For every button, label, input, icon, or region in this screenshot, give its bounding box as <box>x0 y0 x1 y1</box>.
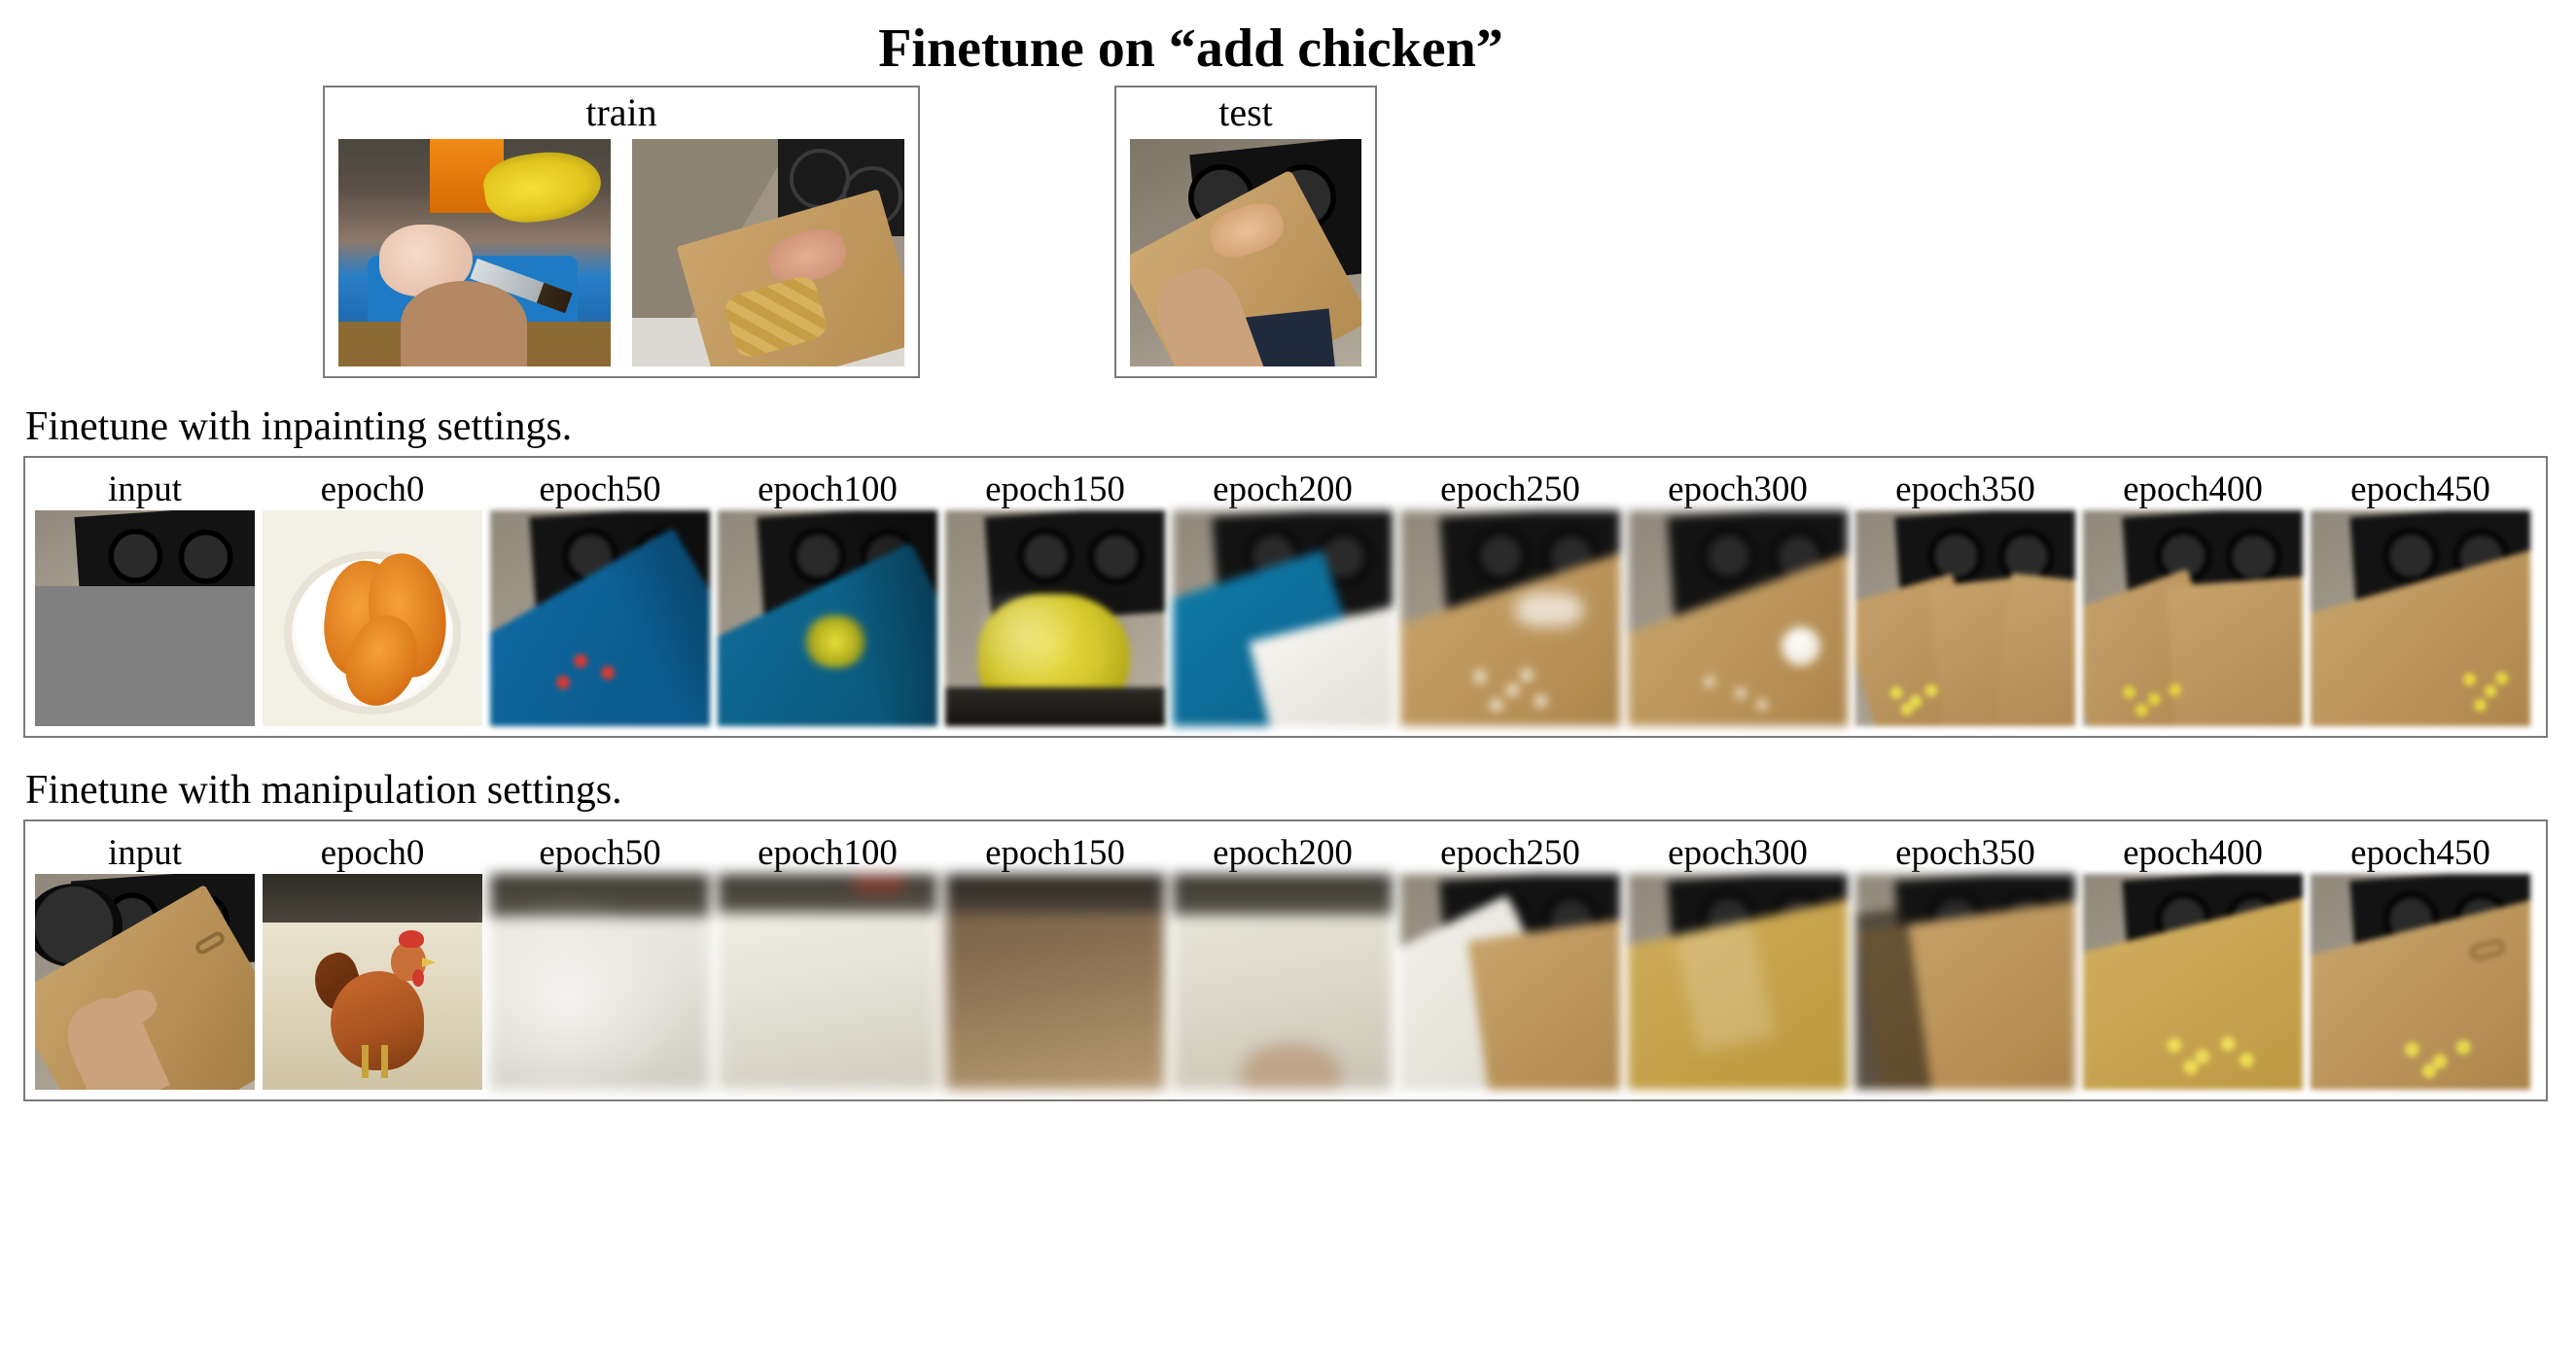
col-label: epoch250 <box>1440 466 1580 510</box>
inpainting-epoch450-tile <box>2311 510 2530 726</box>
test-image-1 <box>1130 139 1361 366</box>
inpainting-epoch300-tile <box>1628 510 1848 726</box>
col-label: epoch150 <box>985 829 1125 874</box>
inpainting-epoch150-tile <box>945 510 1165 726</box>
test-panel-label: test <box>1130 89 1361 135</box>
inpainting-epoch0-tile <box>263 510 482 726</box>
manipulation-epoch50-tile <box>490 874 710 1090</box>
col-label: epoch50 <box>539 466 660 510</box>
col-label: epoch300 <box>1668 466 1808 510</box>
col-label: epoch250 <box>1440 829 1580 874</box>
col-label: epoch0 <box>321 466 425 510</box>
manipulation-row: input epoch0 epoch50 epoch100 epoch150 e… <box>23 819 2548 1101</box>
manipulation-epoch350-tile <box>1855 874 2075 1090</box>
inpainting-epoch200-tile <box>1173 510 1393 726</box>
col-label: epoch0 <box>321 829 425 874</box>
test-panel: test <box>1114 86 1377 378</box>
col-label: input <box>108 466 182 510</box>
train-panel: train <box>323 86 920 378</box>
col-label: epoch100 <box>758 829 898 874</box>
inpainting-section-label: Finetune with inpainting settings. <box>25 403 2553 450</box>
manipulation-epoch450-tile <box>2311 874 2530 1090</box>
manipulation-input-tile <box>35 874 255 1090</box>
inpainting-epoch350-tile <box>1855 510 2075 726</box>
col-label: epoch450 <box>2350 466 2490 510</box>
figure-title: Finetune on “add chicken” <box>0 17 2553 80</box>
inpainting-input-tile <box>35 510 255 726</box>
manipulation-epoch0-tile <box>263 874 482 1090</box>
inpainting-epoch100-tile <box>718 510 937 726</box>
col-label: epoch200 <box>1213 829 1353 874</box>
inpainting-epoch250-tile <box>1400 510 1620 726</box>
train-image-2 <box>632 139 904 366</box>
col-label: epoch150 <box>985 466 1125 510</box>
manipulation-epoch250-tile <box>1400 874 1620 1090</box>
col-label: epoch300 <box>1668 829 1808 874</box>
train-test-row: train test <box>323 86 2553 378</box>
col-label: epoch450 <box>2350 829 2490 874</box>
col-label: input <box>108 829 182 874</box>
inpainting-row: input epoch0 epoch50 epoch100 epoch150 e… <box>23 456 2548 738</box>
col-label: epoch350 <box>1895 829 2035 874</box>
train-image-1 <box>338 139 611 366</box>
train-panel-label: train <box>338 89 904 135</box>
manipulation-epoch100-tile <box>718 874 937 1090</box>
manipulation-epoch200-tile <box>1173 874 1393 1090</box>
col-label: epoch400 <box>2123 466 2263 510</box>
manipulation-epoch400-tile <box>2083 874 2303 1090</box>
manipulation-epoch150-tile <box>945 874 1165 1090</box>
col-label: epoch100 <box>758 466 898 510</box>
col-label: epoch50 <box>539 829 660 874</box>
col-label: epoch400 <box>2123 829 2263 874</box>
col-label: epoch200 <box>1213 466 1353 510</box>
inpainting-epoch50-tile <box>490 510 710 726</box>
col-label: epoch350 <box>1895 466 2035 510</box>
inpainting-epoch400-tile <box>2083 510 2303 726</box>
manipulation-epoch300-tile <box>1628 874 1848 1090</box>
manipulation-section-label: Finetune with manipulation settings. <box>25 767 2553 814</box>
